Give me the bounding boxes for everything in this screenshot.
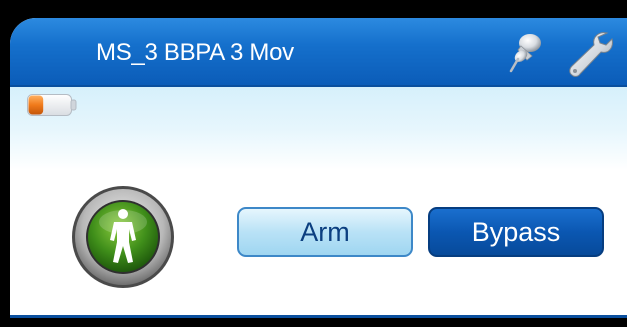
device-window-frame: MS_3 BBPA 3 Mov Arm Bypass <box>0 0 627 327</box>
panel-bottom-border <box>10 315 627 318</box>
panel-header: MS_3 BBPA 3 Mov <box>10 18 627 87</box>
panel-content: Arm Bypass <box>10 87 627 318</box>
pin-icon[interactable] <box>508 32 544 74</box>
person-walking-icon <box>72 186 174 288</box>
zone-panel: MS_3 BBPA 3 Mov Arm Bypass <box>10 18 627 318</box>
arm-button[interactable]: Arm <box>237 207 413 257</box>
wrench-icon[interactable] <box>563 30 615 78</box>
bypass-button[interactable]: Bypass <box>428 207 604 257</box>
zone-title: MS_3 BBPA 3 Mov <box>96 39 294 66</box>
battery-icon <box>27 94 77 116</box>
